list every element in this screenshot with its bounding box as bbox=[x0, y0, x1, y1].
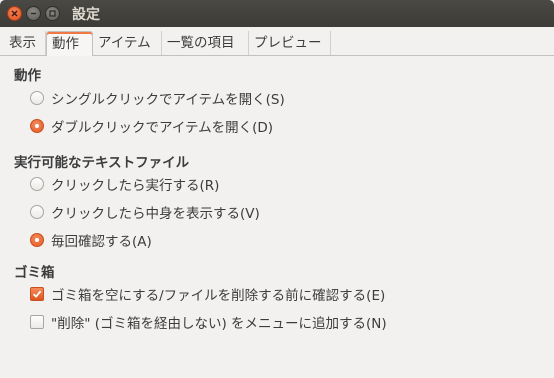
maximize-icon[interactable] bbox=[45, 6, 60, 21]
executable-section-title: 実行可能なテキストファイル bbox=[14, 155, 190, 171]
add-delete-menu-label: "削除" (ゴミ箱を経由しない) をメニューに追加する(N) bbox=[51, 316, 387, 332]
window-title: 設定 bbox=[72, 7, 100, 23]
tab-display[interactable]: 表示 bbox=[4, 31, 46, 55]
add-delete-menu-option[interactable]: "削除" (ゴミ箱を経由しない) をメニューに追加する(N) bbox=[30, 314, 387, 332]
checkmark-icon bbox=[32, 290, 42, 298]
checkbox[interactable] bbox=[30, 315, 44, 329]
tab-preview[interactable]: プレビュー bbox=[249, 31, 331, 55]
tab-bar: 表示 動作 アイテム 一覧の項目 プレビュー bbox=[0, 31, 554, 56]
view-on-click-option[interactable]: クリックしたら中身を表示する(V) bbox=[30, 204, 260, 222]
tab-behavior[interactable]: 動作 bbox=[46, 31, 93, 56]
radio-button-selected[interactable] bbox=[30, 233, 44, 247]
single-click-option[interactable]: シングルクリックでアイテムを開く(S) bbox=[30, 90, 285, 108]
view-on-click-label: クリックしたら中身を表示する(V) bbox=[51, 206, 260, 222]
ask-each-time-option[interactable]: 毎回確認する(A) bbox=[30, 232, 152, 250]
ask-each-time-label: 毎回確認する(A) bbox=[51, 234, 152, 250]
behavior-section-title: 動作 bbox=[14, 68, 41, 84]
radio-button[interactable] bbox=[30, 205, 44, 219]
double-click-label: ダブルクリックでアイテムを開く(D) bbox=[51, 120, 274, 136]
checkbox-checked[interactable] bbox=[30, 287, 44, 301]
radio-button[interactable] bbox=[30, 91, 44, 105]
tab-list-columns[interactable]: 一覧の項目 bbox=[162, 31, 249, 55]
confirm-empty-trash-option[interactable]: ゴミ箱を空にする/ファイルを削除する前に確認する(E) bbox=[30, 286, 386, 304]
confirm-empty-trash-label: ゴミ箱を空にする/ファイルを削除する前に確認する(E) bbox=[51, 288, 386, 304]
run-on-click-label: クリックしたら実行する(R) bbox=[51, 178, 220, 194]
run-on-click-option[interactable]: クリックしたら実行する(R) bbox=[30, 176, 220, 194]
title-bar: 設定 bbox=[0, 0, 554, 27]
double-click-option[interactable]: ダブルクリックでアイテムを開く(D) bbox=[30, 118, 274, 136]
radio-button[interactable] bbox=[30, 177, 44, 191]
tab-items[interactable]: アイテム bbox=[93, 31, 162, 55]
radio-button-selected[interactable] bbox=[30, 119, 44, 133]
trash-section-title: ゴミ箱 bbox=[14, 265, 55, 281]
single-click-label: シングルクリックでアイテムを開く(S) bbox=[51, 92, 285, 108]
close-icon[interactable] bbox=[7, 6, 22, 21]
minimize-icon[interactable] bbox=[26, 6, 41, 21]
